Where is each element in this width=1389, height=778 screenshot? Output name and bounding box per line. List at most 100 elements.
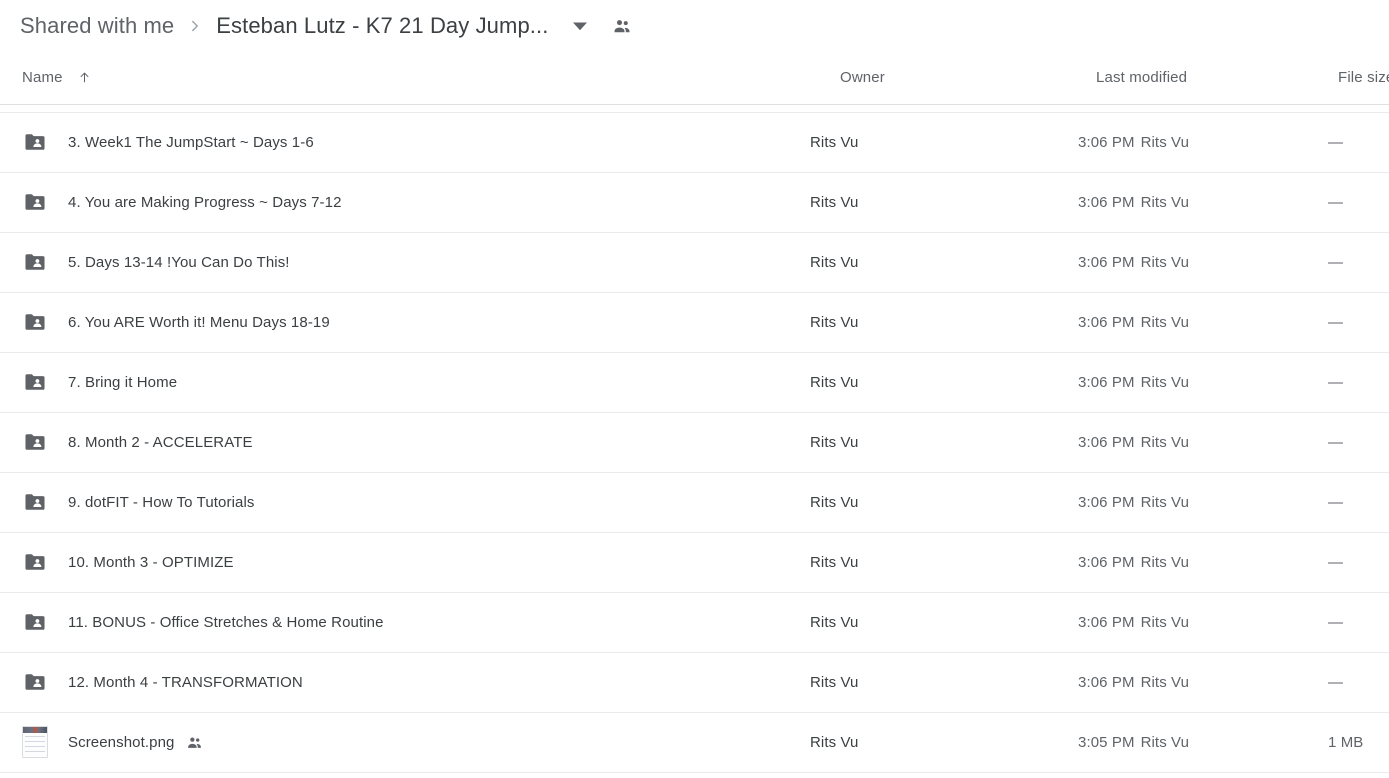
row-modified-by: Rits Vu (1140, 613, 1190, 631)
row-file-size-cell: — (1328, 232, 1389, 293)
shared-folder-icon (22, 309, 48, 335)
people-shared-icon (610, 14, 634, 38)
row-file-size-cell: — (1328, 112, 1389, 173)
row-name-cell[interactable]: 6. You ARE Worth it! Menu Days 18-19 (0, 292, 810, 353)
row-modified-time: 3:06 PM (1078, 133, 1135, 151)
row-last-modified-cell: 3:06 PM Rits Vu (1078, 652, 1328, 713)
row-file-size-cell: — (1328, 292, 1389, 353)
row-file-size-cell: — (1328, 592, 1389, 653)
column-header-name-label: Name (22, 69, 63, 87)
breadcrumb-current-folder[interactable]: Esteban Lutz - K7 21 Day Jump... (216, 13, 548, 39)
row-name-cell[interactable]: 11. BONUS - Office Stretches & Home Rout… (0, 592, 810, 653)
row-file-size-cell: — (1328, 352, 1389, 413)
row-name-cell[interactable]: 12. Month 4 - TRANSFORMATION (0, 652, 810, 713)
row-modified-by: Rits Vu (1140, 133, 1190, 151)
row-modified-time: 3:06 PM (1078, 493, 1135, 511)
row-modified-by: Rits Vu (1140, 553, 1190, 571)
breadcrumb-parent-link[interactable]: Shared with me (20, 13, 174, 39)
file-list-body: 3. Week1 The JumpStart ~ Days 1-6 Rits V… (0, 104, 1389, 773)
row-last-modified-cell: 3:06 PM Rits Vu (1078, 172, 1328, 233)
row-name-label: 12. Month 4 - TRANSFORMATION (68, 673, 303, 691)
row-owner-cell: Rits Vu (810, 712, 1078, 773)
row-name-cell[interactable]: 4. You are Making Progress ~ Days 7-12 (0, 172, 810, 233)
row-file-size-cell: — (1328, 532, 1389, 593)
row-modified-by: Rits Vu (1140, 313, 1190, 331)
row-modified-time: 3:06 PM (1078, 673, 1135, 691)
row-name-cell[interactable]: Screenshot.png (0, 712, 810, 773)
shared-folder-icon (22, 609, 48, 635)
row-owner-cell: Rits Vu (810, 112, 1078, 173)
table-header: Name Owner Last modified File size (0, 52, 1389, 105)
row-file-size-value: — (1328, 673, 1344, 691)
table-row[interactable]: 5. Days 13-14 !You Can Do This! Rits Vu … (0, 232, 1389, 293)
row-owner-cell: Rits Vu (810, 652, 1078, 713)
table-row[interactable]: 9. dotFIT - How To Tutorials Rits Vu 3:0… (0, 472, 1389, 533)
row-last-modified-cell: 3:06 PM Rits Vu (1078, 472, 1328, 533)
row-file-size-value: — (1328, 253, 1344, 271)
row-name-cell[interactable]: 7. Bring it Home (0, 352, 810, 413)
row-last-modified-cell: 3:06 PM Rits Vu (1078, 292, 1328, 353)
table-row[interactable]: Screenshot.png Rits Vu 3:05 PM Rits Vu 1 … (0, 712, 1389, 773)
row-modified-by: Rits Vu (1140, 373, 1190, 391)
row-last-modified-cell: 3:06 PM Rits Vu (1078, 232, 1328, 293)
row-file-size-cell: — (1328, 412, 1389, 473)
table-row[interactable]: 6. You ARE Worth it! Menu Days 18-19 Rit… (0, 292, 1389, 353)
column-header-name[interactable]: Name (0, 52, 810, 105)
row-modified-time: 3:06 PM (1078, 313, 1135, 331)
row-name-label: 5. Days 13-14 !You Can Do This! (68, 253, 290, 271)
shared-folder-icon (22, 429, 48, 455)
row-modified-time: 3:06 PM (1078, 553, 1135, 571)
row-name-label: 3. Week1 The JumpStart ~ Days 1-6 (68, 133, 314, 151)
table-row[interactable]: 3. Week1 The JumpStart ~ Days 1-6 Rits V… (0, 112, 1389, 173)
table-row[interactable]: 7. Bring it Home Rits Vu 3:06 PM Rits Vu … (0, 352, 1389, 413)
row-modified-by: Rits Vu (1140, 433, 1190, 451)
table-row[interactable]: 4. You are Making Progress ~ Days 7-12 R… (0, 172, 1389, 233)
row-file-size-value: — (1328, 313, 1344, 331)
shared-folder-icon (22, 189, 48, 215)
table-row[interactable]: 11. BONUS - Office Stretches & Home Rout… (0, 592, 1389, 653)
row-name-label: 4. You are Making Progress ~ Days 7-12 (68, 193, 342, 211)
row-owner-cell: Rits Vu (810, 292, 1078, 353)
table-row[interactable]: 12. Month 4 - TRANSFORMATION Rits Vu 3:0… (0, 652, 1389, 713)
row-last-modified-cell: 3:06 PM Rits Vu (1078, 112, 1328, 173)
row-name-cell[interactable]: 5. Days 13-14 !You Can Do This! (0, 232, 810, 293)
row-modified-by: Rits Vu (1140, 493, 1190, 511)
shared-folder-icon (22, 129, 48, 155)
row-owner-cell: Rits Vu (810, 172, 1078, 233)
chevron-right-icon (186, 17, 204, 35)
row-owner-cell: Rits Vu (810, 232, 1078, 293)
row-name-label: 8. Month 2 - ACCELERATE (68, 433, 253, 451)
row-file-size-value: — (1328, 193, 1344, 211)
row-owner-cell: Rits Vu (810, 532, 1078, 593)
column-header-last-modified[interactable]: Last modified (1078, 52, 1328, 105)
row-file-size-value: — (1328, 493, 1344, 511)
column-header-file-size[interactable]: File size (1328, 52, 1389, 105)
shared-folder-icon (22, 489, 48, 515)
chevron-down-icon[interactable] (568, 14, 592, 38)
image-thumbnail-icon (22, 726, 48, 758)
row-last-modified-cell: 3:06 PM Rits Vu (1078, 352, 1328, 413)
table-row[interactable]: 10. Month 3 - OPTIMIZE Rits Vu 3:06 PM Ri… (0, 532, 1389, 593)
row-file-size-cell: 1 MB (1328, 712, 1389, 773)
row-modified-by: Rits Vu (1140, 673, 1190, 691)
row-modified-time: 3:06 PM (1078, 193, 1135, 211)
row-file-size-value: — (1328, 133, 1344, 151)
row-owner-cell: Rits Vu (810, 472, 1078, 533)
row-modified-time: 3:06 PM (1078, 373, 1135, 391)
row-name-cell[interactable]: 9. dotFIT - How To Tutorials (0, 472, 810, 533)
row-name-cell[interactable]: 10. Month 3 - OPTIMIZE (0, 532, 810, 593)
arrow-up-icon (77, 70, 92, 85)
shared-folder-icon (22, 549, 48, 575)
row-file-size-cell: — (1328, 172, 1389, 233)
file-list-table: Name Owner Last modified File size 3. We… (0, 52, 1389, 773)
column-header-owner[interactable]: Owner (810, 52, 1078, 105)
row-file-size-value: — (1328, 433, 1344, 451)
table-row[interactable]: 8. Month 2 - ACCELERATE Rits Vu 3:06 PM R… (0, 412, 1389, 473)
row-name-cell[interactable]: 8. Month 2 - ACCELERATE (0, 412, 810, 473)
row-name-label: 7. Bring it Home (68, 373, 178, 391)
row-modified-by: Rits Vu (1140, 733, 1190, 751)
row-name-cell[interactable]: 3. Week1 The JumpStart ~ Days 1-6 (0, 112, 810, 173)
row-modified-by: Rits Vu (1140, 253, 1190, 271)
row-owner-cell: Rits Vu (810, 592, 1078, 653)
row-name-label: 11. BONUS - Office Stretches & Home Rout… (68, 613, 384, 631)
